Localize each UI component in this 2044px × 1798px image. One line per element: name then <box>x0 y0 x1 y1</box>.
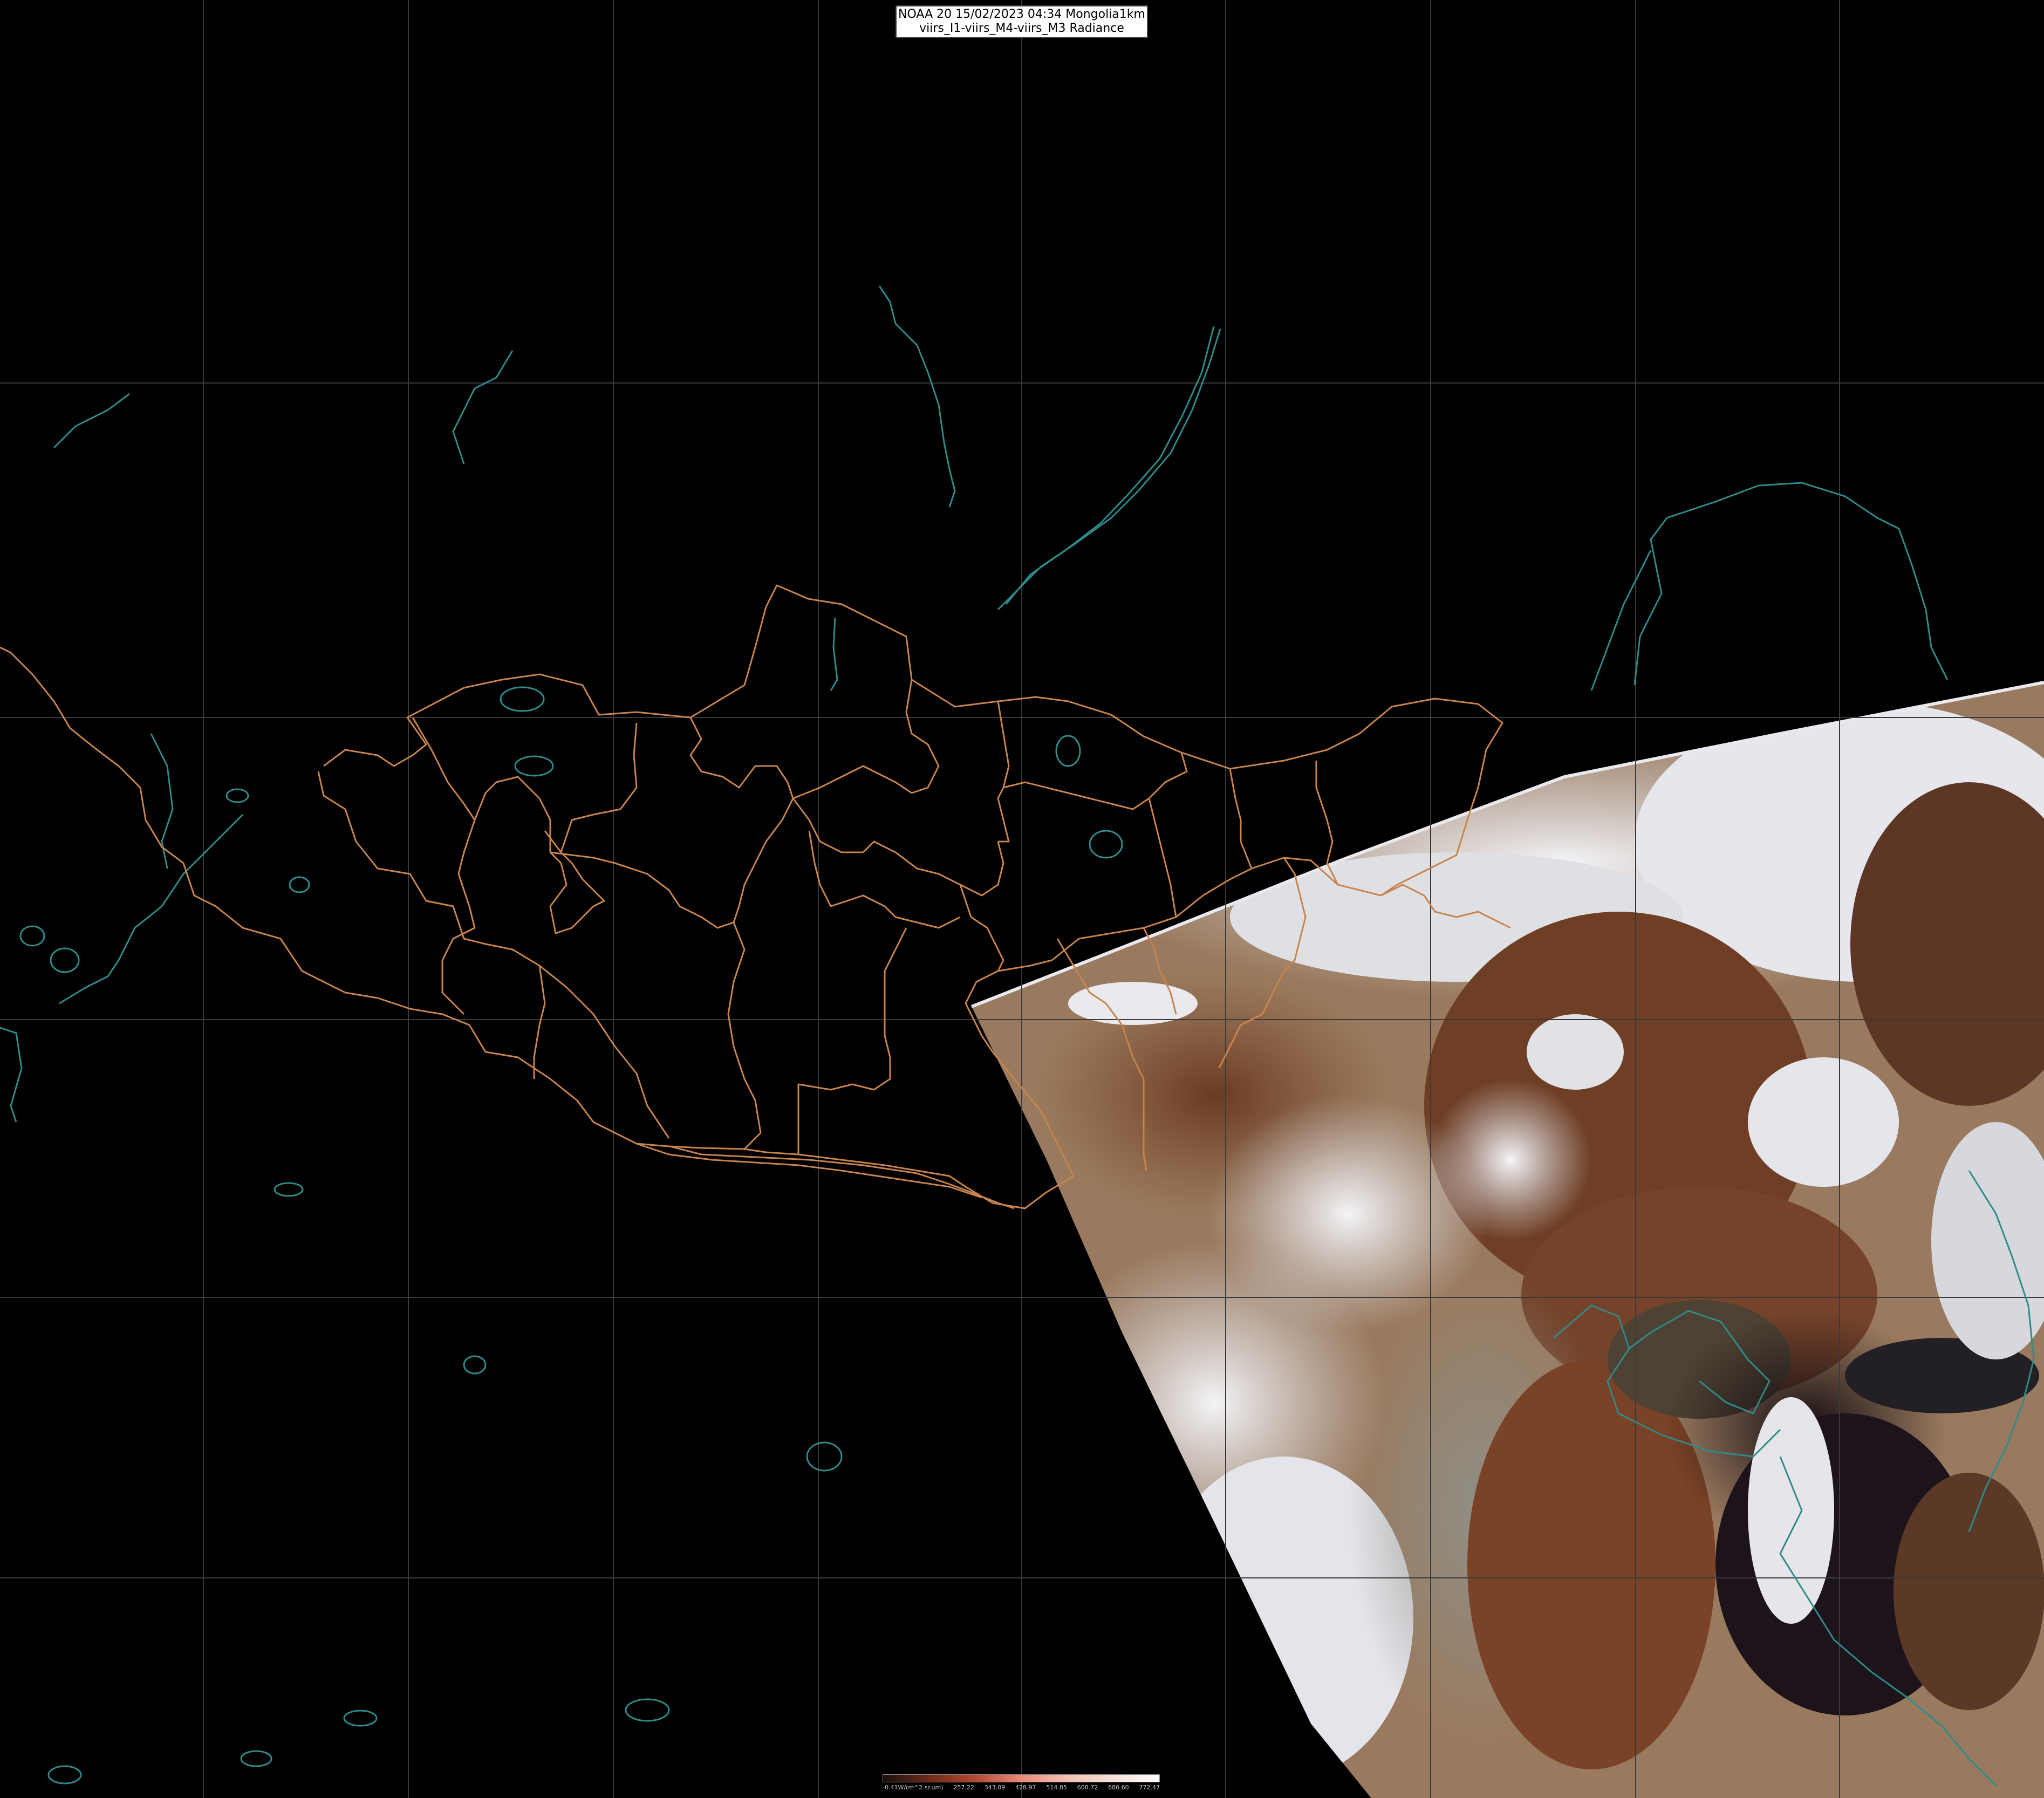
colorbar-labels: -0.41W/(m^2.sr.um) 257.22 343.09 428.97 … <box>883 1783 1160 1792</box>
colorbar-label: 772.47 <box>1139 1784 1160 1791</box>
colorbar-gradient <box>883 1774 1160 1782</box>
satellite-swath <box>972 682 2044 1798</box>
colorbar-label: 343.09 <box>984 1784 1006 1791</box>
colorbar-label: 257.22 <box>953 1784 974 1791</box>
colorbar-label: 600.72 <box>1077 1784 1098 1791</box>
title-line-1: NOAA 20 15/02/2023 04:34 Mongolia1km <box>898 8 1145 21</box>
colorbar-label: 514.85 <box>1046 1784 1067 1791</box>
title-box: NOAA 20 15/02/2023 04:34 Mongolia1km vii… <box>895 5 1148 38</box>
title-line-2: viirs_I1-viirs_M4-viirs_M3 Radiance <box>919 22 1124 35</box>
colorbar: -0.41W/(m^2.sr.um) 257.22 343.09 428.97 … <box>883 1774 1160 1794</box>
colorbar-label: 686.60 <box>1108 1784 1129 1791</box>
satellite-map <box>0 0 2044 1798</box>
colorbar-label: 428.97 <box>1015 1784 1036 1791</box>
colorbar-label: -0.41W/(m^2.sr.um) <box>883 1784 944 1791</box>
